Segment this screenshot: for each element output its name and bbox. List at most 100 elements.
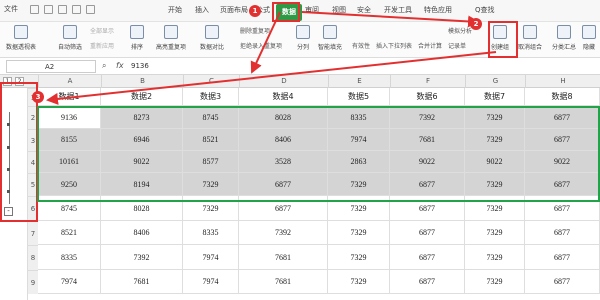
tab-view[interactable]: 视图: [332, 5, 346, 15]
hide-detail-button[interactable]: 隐藏: [582, 25, 596, 51]
insert-dropdown-button[interactable]: 插入下拉列表: [376, 41, 412, 50]
data-cell[interactable]: 7974: [183, 270, 239, 294]
sort-button[interactable]: 排序: [130, 25, 144, 51]
data-cell[interactable]: 8335: [328, 106, 390, 129]
data-cell[interactable]: 7329: [465, 129, 525, 151]
header-cell[interactable]: 数据3: [183, 88, 239, 106]
data-cell[interactable]: 6877: [239, 196, 328, 221]
pivot-table-button[interactable]: 数据透视表: [6, 25, 36, 51]
data-cell[interactable]: 7329: [465, 173, 525, 196]
smart-fill-button[interactable]: 智能填充: [318, 25, 342, 51]
data-cell[interactable]: 8521: [38, 221, 101, 245]
ungroup-button[interactable]: 取消组合: [518, 25, 542, 51]
data-cell[interactable]: 7392: [239, 221, 328, 245]
row-header[interactable]: 2: [28, 106, 38, 129]
row-header[interactable]: 4: [28, 151, 38, 173]
tab-developer[interactable]: 开发工具: [384, 5, 412, 15]
column-header[interactable]: E: [328, 75, 390, 88]
data-cell[interactable]: 6877: [525, 196, 600, 221]
data-cell[interactable]: 8406: [101, 221, 183, 245]
row-header[interactable]: 6: [28, 196, 38, 221]
data-cell[interactable]: 6877: [390, 221, 465, 245]
undo-icon[interactable]: [72, 5, 81, 14]
data-cell[interactable]: 7329: [465, 270, 525, 294]
data-cell[interactable]: 6877: [390, 173, 465, 196]
column-header[interactable]: H: [525, 75, 600, 88]
data-cell[interactable]: 6877: [390, 245, 465, 270]
data-cell[interactable]: 9022: [390, 151, 465, 173]
data-cell[interactable]: 8155: [38, 129, 101, 151]
data-cell[interactable]: 8335: [183, 221, 239, 245]
delete-duplicates-button[interactable]: 删除重复项: [240, 26, 270, 35]
data-cell[interactable]: 7329: [328, 196, 390, 221]
header-cell[interactable]: 数据1: [38, 88, 101, 106]
column-header[interactable]: G: [465, 75, 525, 88]
search-box[interactable]: Q查找: [475, 5, 495, 15]
show-all-button[interactable]: 全部显示: [90, 26, 114, 35]
tab-home[interactable]: 开始: [168, 5, 182, 15]
data-cell[interactable]: 7329: [328, 245, 390, 270]
data-cell[interactable]: 6877: [390, 270, 465, 294]
split-columns-button[interactable]: 分列: [296, 25, 310, 51]
subtotal-button[interactable]: 分类汇总: [552, 25, 576, 51]
data-cell[interactable]: 6877: [525, 245, 600, 270]
row-header[interactable]: 5: [28, 173, 38, 196]
data-cell[interactable]: 8745: [38, 196, 101, 221]
name-box[interactable]: A2: [6, 60, 96, 73]
tab-page-layout[interactable]: 页面布局: [220, 5, 248, 15]
data-cell[interactable]: 8521: [183, 129, 239, 151]
tab-data[interactable]: 数据: [276, 4, 302, 21]
row-header[interactable]: 9: [28, 270, 38, 294]
zoom-icon[interactable]: ⌕: [102, 61, 106, 71]
highlight-duplicates-button[interactable]: 高亮重复项: [156, 25, 186, 51]
data-cell[interactable]: 7329: [465, 106, 525, 129]
data-cell[interactable]: 8335: [38, 245, 101, 270]
row-header[interactable]: 8: [28, 245, 38, 270]
column-header[interactable]: F: [390, 75, 465, 88]
data-cell[interactable]: 7974: [328, 129, 390, 151]
tab-security[interactable]: 安全: [357, 5, 371, 15]
data-cell[interactable]: 8194: [101, 173, 183, 196]
tab-review[interactable]: 审阅: [305, 5, 319, 15]
data-cell[interactable]: 7329: [465, 245, 525, 270]
record-form-button[interactable]: 记录单: [448, 41, 466, 50]
collapse-group-button[interactable]: -: [4, 207, 13, 216]
data-cell[interactable]: 6877: [525, 270, 600, 294]
data-cell[interactable]: 9250: [38, 173, 101, 196]
outline-level-1-button[interactable]: 1: [3, 77, 12, 86]
data-cell[interactable]: 6877: [525, 221, 600, 245]
header-cell[interactable]: 数据4: [239, 88, 328, 106]
preview-icon[interactable]: [58, 5, 67, 14]
column-header[interactable]: D: [239, 75, 328, 88]
data-cell[interactable]: 7974: [38, 270, 101, 294]
data-cell[interactable]: 10161: [38, 151, 101, 173]
file-menu[interactable]: 文件: [4, 4, 18, 14]
column-header[interactable]: A: [38, 75, 101, 88]
data-cell[interactable]: 2863: [328, 151, 390, 173]
redo-icon[interactable]: [86, 5, 95, 14]
row-header[interactable]: 7: [28, 221, 38, 245]
row-header[interactable]: 3: [28, 129, 38, 151]
data-cell[interactable]: 7329: [328, 173, 390, 196]
header-cell[interactable]: 数据8: [525, 88, 600, 106]
data-cell[interactable]: 7974: [183, 245, 239, 270]
validity-button[interactable]: 有效性: [352, 41, 370, 50]
create-group-button[interactable]: 创建组: [491, 25, 509, 51]
data-cell[interactable]: 8273: [101, 106, 183, 129]
data-cell[interactable]: 7329: [328, 270, 390, 294]
consolidate-button[interactable]: 合并计算: [418, 41, 442, 50]
data-compare-button[interactable]: 数据对比: [200, 25, 224, 51]
data-cell[interactable]: 7329: [183, 196, 239, 221]
data-cell[interactable]: 6877: [525, 106, 600, 129]
data-cell[interactable]: 8028: [239, 106, 328, 129]
data-cell[interactable]: 6946: [101, 129, 183, 151]
data-cell[interactable]: 7329: [328, 221, 390, 245]
data-cell[interactable]: 6877: [525, 173, 600, 196]
function-icon[interactable]: fx: [116, 61, 124, 70]
save-icon[interactable]: [30, 5, 39, 14]
print-icon[interactable]: [44, 5, 53, 14]
data-cell[interactable]: 6877: [239, 173, 328, 196]
data-cell[interactable]: 7392: [390, 106, 465, 129]
data-cell[interactable]: 7681: [390, 129, 465, 151]
data-cell[interactable]: 7329: [183, 173, 239, 196]
